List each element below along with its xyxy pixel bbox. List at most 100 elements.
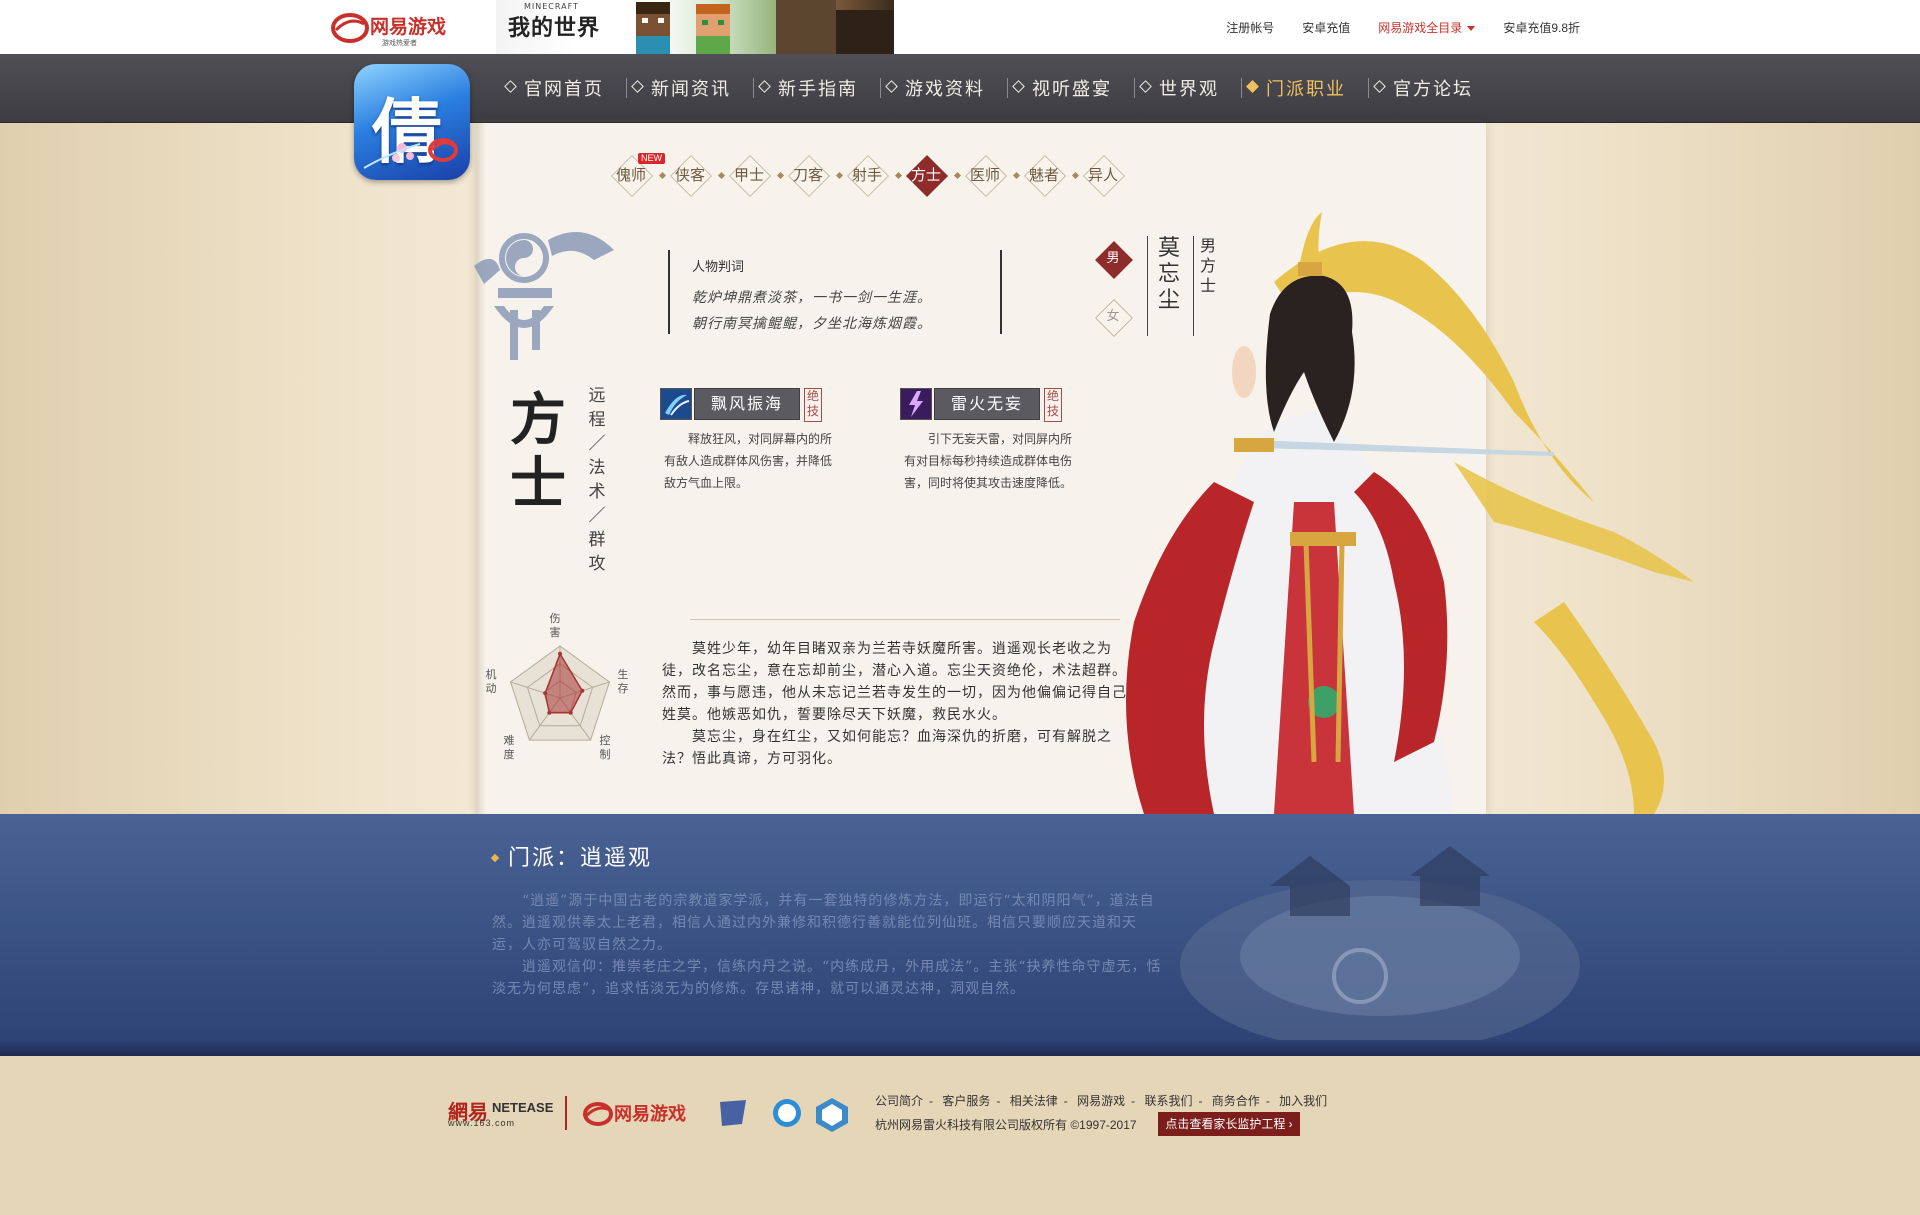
- tab-separator-dot: [1012, 171, 1021, 180]
- radar-value-point: [547, 710, 552, 715]
- class-tab-knight[interactable]: 侠客: [670, 155, 726, 197]
- class-tab-label: 甲士: [733, 166, 764, 184]
- class-tab-charmer[interactable]: 魅者: [1024, 155, 1080, 197]
- netease-logo-url: www.163.com: [448, 1118, 516, 1128]
- class-name: 方士: [510, 387, 566, 517]
- class-tab-puppeteer[interactable]: 傀师 NEW: [611, 153, 667, 197]
- character-quote: 人物判词 乾炉坤鼎煮淡茶，一书一剑一生涯。 朝行南冥擒鲲鲲，夕坐北海炼烟霞。: [668, 250, 1002, 334]
- section-divider: [690, 619, 1120, 620]
- nav-item-guide[interactable]: 新手指南: [754, 75, 880, 101]
- nav-items: 官网首页 新闻资讯 新手指南 游戏资料 视听盛宴 世界观 门派职业 官方论坛: [500, 54, 1495, 122]
- tab-separator-dot: [776, 171, 785, 180]
- nav-item-classes[interactable]: 门派职业: [1242, 75, 1368, 101]
- parental-guard-label: 点击查看家长监护工程: [1165, 1117, 1286, 1131]
- game-catalog-label: 网易游戏全目录: [1378, 20, 1463, 35]
- nav-item-worldview[interactable]: 世界观: [1135, 75, 1241, 101]
- banner-title: 我的世界: [508, 16, 601, 41]
- partner-logos: [720, 1098, 848, 1132]
- nav-item-game-data[interactable]: 游戏资料: [881, 75, 1007, 101]
- link-separator: -: [1131, 1094, 1136, 1108]
- footer-link-service[interactable]: 客户服务: [942, 1094, 990, 1108]
- wind-skill-icon: [660, 388, 692, 420]
- class-tab-label: 刀客: [792, 166, 823, 184]
- footer-link-business[interactable]: 商务合作: [1212, 1094, 1260, 1108]
- class-tabs: 傀师 NEW 侠客 甲士 刀客 射手 方士 医师 魅者 异人: [611, 153, 1143, 197]
- skill-description: 引下无妄天雷，对同屏内所有对目标每秒持续造成群体电伤害，同时将使其攻击速度降低。: [904, 432, 1073, 490]
- footer-link-legal[interactable]: 相关法律: [1010, 1094, 1058, 1108]
- sect-description: “逍遥”源于中国古老的宗教道家学派，并有一套独特的修炼方法，即运行“太和阴阳气”…: [492, 890, 1162, 1000]
- footer-link-jobs[interactable]: 加入我们: [1279, 1094, 1327, 1108]
- link-separator: -: [1063, 1094, 1068, 1108]
- footer-link-contact[interactable]: 联系我们: [1144, 1094, 1192, 1108]
- bio-paragraph: 莫姓少年，幼年目睹双亲为兰若寺妖魔所害。逍遥观长老收之为徒，改名忘尘，意在忘却前…: [662, 641, 1127, 723]
- parental-guard-button[interactable]: 点击查看家长监护工程 ›: [1158, 1112, 1300, 1136]
- nav-item-news[interactable]: 新闻资讯: [627, 75, 753, 101]
- class-tab-label: 异人: [1087, 166, 1118, 184]
- footer-divider: [565, 1096, 567, 1130]
- radar-label-mobility: 机动: [485, 668, 497, 695]
- radar-label-difficulty: 难度: [503, 734, 515, 761]
- link-separator: -: [1265, 1094, 1270, 1108]
- quote-line: 朝行南冥擒鲲鲲，夕坐北海炼烟霞。: [692, 316, 932, 332]
- netease-games-logo[interactable]: 网易游戏 游戏热爱者: [330, 8, 460, 48]
- class-tab-label: 魅者: [1028, 166, 1059, 184]
- tab-separator-dot: [894, 171, 903, 180]
- skill-badge: 绝技: [804, 388, 822, 422]
- class-tab-label: 射手: [851, 166, 882, 184]
- game-catalog-dropdown[interactable]: 网易游戏全目录: [1378, 19, 1476, 36]
- sect-title: 门派：逍遥观: [490, 840, 653, 872]
- bio-paragraph: 莫忘尘，身在红尘，又如何能忘？血海深仇的折磨，可有解脱之法？悟此真谛，方可羽化。: [662, 729, 1112, 767]
- skill-name: 雷火无妄: [934, 388, 1040, 420]
- class-tab-label: 医师: [969, 166, 1000, 184]
- nav-item-media[interactable]: 视听盛宴: [1008, 75, 1134, 101]
- character-bio: 莫姓少年，幼年目睹双亲为兰若寺妖魔所害。逍遥观长老收之为徒，改名忘尘，意在忘却前…: [662, 638, 1140, 770]
- sect-title-text: 门派：逍遥观: [508, 846, 653, 871]
- class-tab-archer[interactable]: 射手: [847, 155, 903, 197]
- sect-map-illustration: [1180, 846, 1580, 1052]
- minecraft-banner[interactable]: MINECRAFT 我的世界: [496, 0, 894, 54]
- copyright-text: 杭州网易雷火科技有限公司版权所有 ©1997-2017: [875, 1118, 1137, 1132]
- sect-paragraph: “逍遥”源于中国古老的宗教道家学派，并有一套独特的修炼方法，即运行“太和阴阳气”…: [492, 893, 1155, 953]
- game-logo[interactable]: 倩: [354, 64, 470, 180]
- caret-down-icon: [1467, 25, 1476, 31]
- radar-label-survival: 生存: [617, 668, 629, 695]
- radar-value-point: [568, 710, 573, 715]
- footer-link-about[interactable]: 公司简介: [875, 1094, 923, 1108]
- footer: [0, 1056, 1920, 1215]
- footer-link-games[interactable]: 网易游戏: [1077, 1094, 1125, 1108]
- svg-text:网易游戏: 网易游戏: [614, 1103, 686, 1125]
- register-link[interactable]: 注册帐号: [1226, 19, 1274, 36]
- svg-text:网易游戏: 网易游戏: [370, 15, 446, 38]
- radar-value-point: [558, 651, 562, 656]
- skill-description: 释放狂风，对同屏幕内的所有敌人造成群体风伤害，并降低敌方气血上限。: [664, 432, 833, 490]
- netease-logo[interactable]: 網易 NETEASE www.163.com: [448, 1096, 554, 1130]
- diamond-bullet-icon: [490, 853, 500, 863]
- class-tab-armor[interactable]: 甲士: [729, 155, 785, 197]
- svg-text:游戏热爱者: 游戏热爱者: [382, 38, 417, 47]
- discount-recharge-link[interactable]: 安卓充值9.8折: [1503, 19, 1580, 36]
- class-tab-blade[interactable]: 刀客: [788, 155, 844, 197]
- tab-separator-dot: [658, 171, 667, 180]
- link-separator: -: [929, 1094, 934, 1108]
- new-badge: NEW: [638, 153, 665, 164]
- skill-badge: 绝技: [1044, 388, 1062, 422]
- taiji-emblem-icon: [474, 232, 614, 360]
- minecraft-characters-image: [636, 0, 894, 54]
- radar-label-control: 控制: [599, 734, 611, 761]
- tab-separator-dot: [835, 171, 844, 180]
- class-tab-stranger[interactable]: 异人: [1083, 155, 1125, 197]
- netease-games-footer-logo[interactable]: 网易游戏: [582, 1096, 704, 1130]
- netease-logo-en: NETEASE: [492, 1100, 554, 1115]
- quote-title: 人物判词: [692, 260, 745, 275]
- quote-line: 乾炉坤鼎煮淡茶，一书一剑一生涯。: [692, 290, 932, 306]
- nav-item-home[interactable]: 官网首页: [500, 75, 626, 101]
- link-separator: -: [996, 1094, 1001, 1108]
- recharge-link[interactable]: 安卓充值: [1302, 19, 1350, 36]
- netease-mark-icon: [428, 138, 458, 162]
- class-tab-mage[interactable]: 方士: [906, 155, 962, 197]
- class-tab-label: 方士: [910, 166, 941, 184]
- nav-item-forum[interactable]: 官方论坛: [1369, 75, 1495, 101]
- top-links: 注册帐号 安卓充值 网易游戏全目录 安卓充值9.8折: [1226, 0, 1580, 54]
- tab-separator-dot: [1071, 171, 1080, 180]
- class-tab-healer[interactable]: 医师: [965, 155, 1021, 197]
